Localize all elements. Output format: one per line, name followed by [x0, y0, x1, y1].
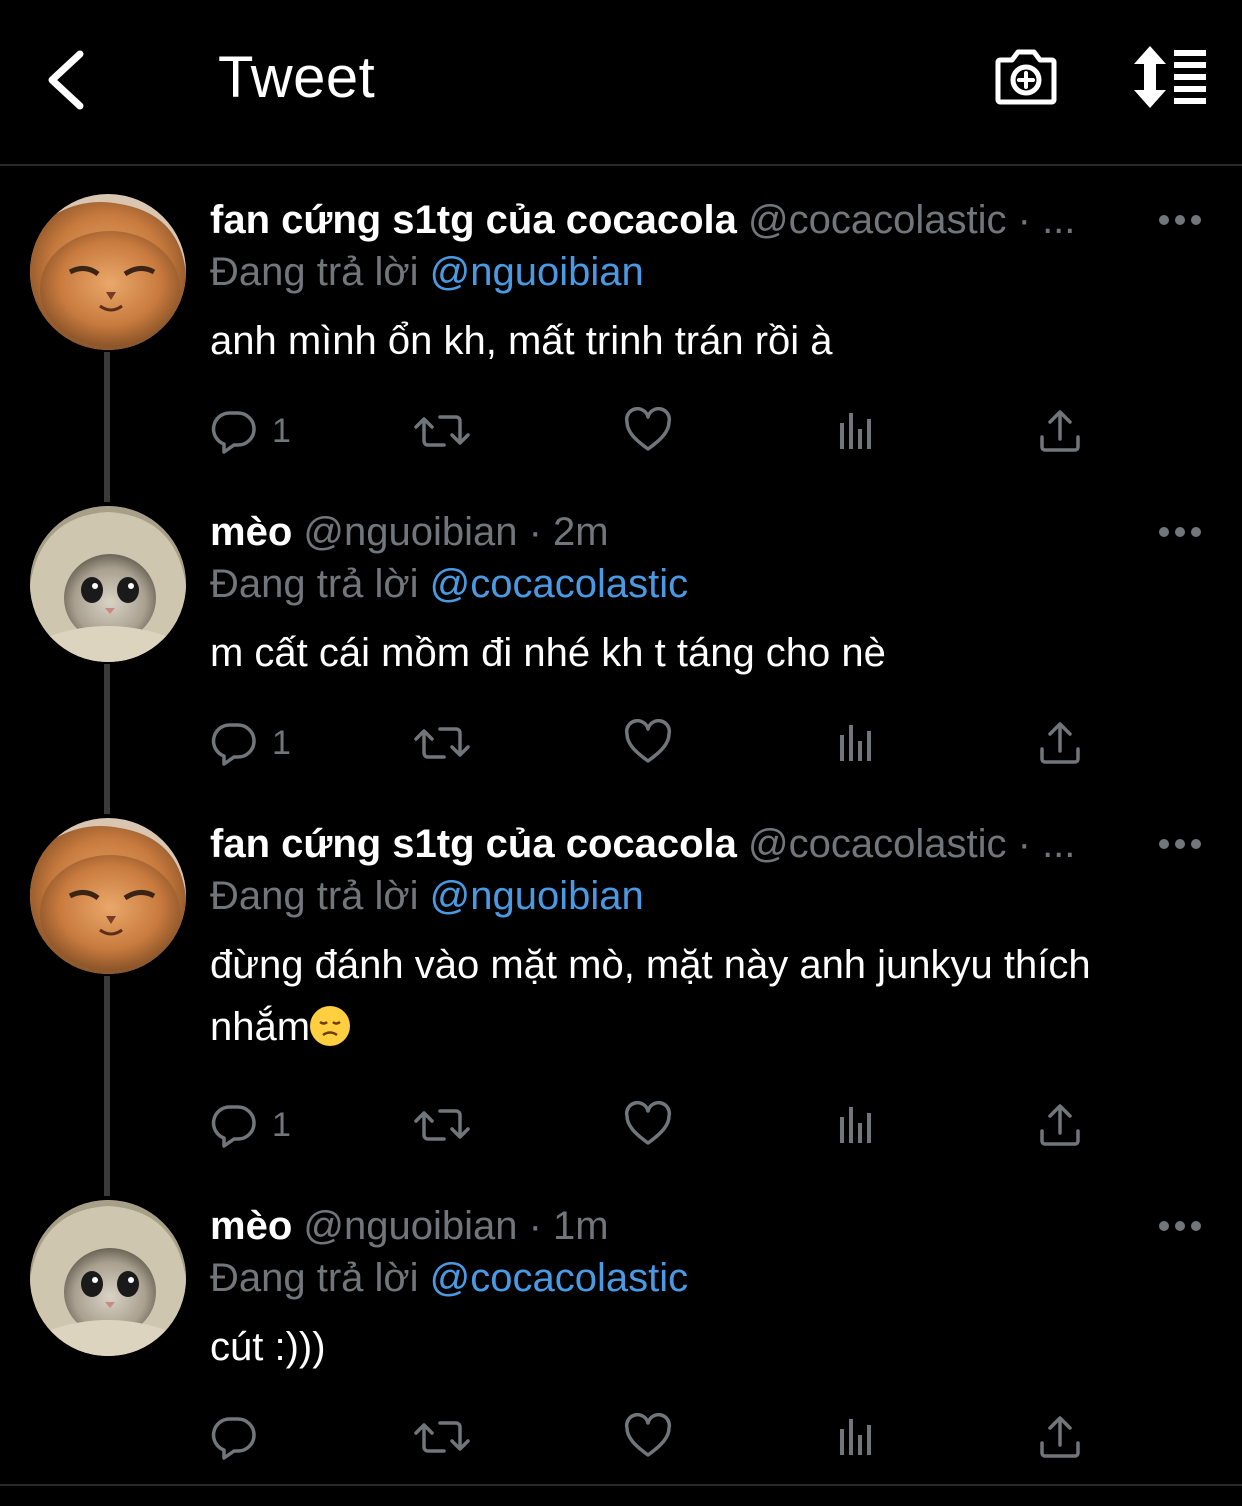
retweet-button[interactable] [414, 718, 470, 768]
more-icon[interactable] [1158, 526, 1202, 538]
heart-icon [624, 407, 672, 455]
reply-button[interactable]: 1 [210, 1100, 291, 1150]
tweet-actions: 1 [210, 406, 1110, 456]
analytics-button[interactable] [832, 1412, 880, 1462]
mention-link[interactable]: @cocacolastic [430, 562, 688, 606]
analytics-button[interactable] [832, 1100, 880, 1150]
tweet-header: fan cứng s1tg của cocacola @cocacolastic… [210, 198, 1140, 243]
retweet-icon [414, 1101, 470, 1149]
share-icon [1036, 1413, 1084, 1461]
tweet-text: đừng đánh vào mặt mò, mặt này anh junkyu… [210, 934, 1210, 1058]
analytics-button[interactable] [832, 406, 880, 456]
reply-prefix: Đang trả lời [210, 250, 419, 294]
avatar[interactable] [30, 506, 186, 662]
tweet-text: cút :))) [210, 1325, 326, 1369]
tweet-actions [210, 1412, 1110, 1462]
reply-prefix: Đang trả lời [210, 562, 419, 606]
reply-count: 1 [272, 1105, 291, 1144]
tweet-header: mèo @nguoibian · 2m [210, 510, 1140, 555]
tweet-actions: 1 [210, 718, 1110, 768]
share-button[interactable] [1036, 718, 1084, 768]
reply-context: Đang trả lời @cocacolastic [210, 1256, 688, 1301]
handle: @cocacolastic · ... [748, 822, 1076, 866]
reply-icon [210, 1413, 258, 1461]
tweet-actions: 1 [210, 1100, 1110, 1150]
display-name[interactable]: mèo [210, 510, 292, 554]
page-title: Tweet [218, 45, 376, 110]
avatar[interactable] [30, 194, 186, 350]
tweet-text-line: nhắm [210, 1005, 311, 1049]
share-icon [1036, 1101, 1084, 1149]
more-icon[interactable] [1158, 214, 1202, 226]
reply-icon [210, 1101, 258, 1149]
display-name[interactable]: mèo [210, 1204, 292, 1248]
sort-list-icon[interactable] [1130, 46, 1210, 108]
analytics-icon [832, 1101, 880, 1149]
mention-link[interactable]: @nguoibian [430, 250, 644, 294]
share-button[interactable] [1036, 1100, 1084, 1150]
tweet-text: anh mình ổn kh, mất trinh trán rồi à [210, 319, 833, 363]
handle: @nguoibian · 2m [303, 510, 609, 554]
retweet-button[interactable] [414, 1100, 470, 1150]
display-name[interactable]: fan cứng s1tg của cocacola [210, 198, 737, 242]
more-icon[interactable] [1158, 1220, 1202, 1232]
disappointed-face-emoji [310, 1006, 351, 1046]
mention-link[interactable]: @nguoibian [430, 874, 644, 918]
analytics-button[interactable] [832, 718, 880, 768]
reply-prefix: Đang trả lời [210, 874, 419, 918]
reply-context: Đang trả lời @nguoibian [210, 250, 644, 295]
analytics-icon [832, 1413, 880, 1461]
analytics-icon [832, 719, 880, 767]
avatar[interactable] [30, 818, 186, 974]
like-button[interactable] [624, 1100, 672, 1150]
thread-line [104, 976, 110, 1196]
share-button[interactable] [1036, 406, 1084, 456]
handle: @cocacolastic · ... [748, 198, 1076, 242]
top-bar: Tweet [0, 0, 1242, 166]
retweet-icon [414, 1413, 470, 1461]
like-button[interactable] [624, 718, 672, 768]
reply-button[interactable] [210, 1412, 258, 1462]
analytics-icon [832, 407, 880, 455]
retweet-icon [414, 407, 470, 455]
reply-prefix: Đang trả lời [210, 1256, 419, 1300]
divider [0, 1484, 1242, 1486]
avatar[interactable] [30, 1200, 186, 1356]
tweet-header: fan cứng s1tg của cocacola @cocacolastic… [210, 822, 1140, 867]
display-name[interactable]: fan cứng s1tg của cocacola [210, 822, 737, 866]
reply-icon [210, 407, 258, 455]
reply-button[interactable]: 1 [210, 406, 291, 456]
reply-count: 1 [272, 723, 291, 762]
camera-add-icon[interactable] [994, 44, 1058, 108]
handle: @nguoibian · 1m [303, 1204, 609, 1248]
reply-button[interactable]: 1 [210, 718, 291, 768]
share-icon [1036, 719, 1084, 767]
heart-icon [624, 719, 672, 767]
like-button[interactable] [624, 1412, 672, 1462]
reply-context: Đang trả lời @nguoibian [210, 874, 644, 919]
mention-link[interactable]: @cocacolastic [430, 1256, 688, 1300]
tweet-text: m cất cái mồm đi nhé kh t táng cho nè [210, 631, 886, 675]
thread-line [104, 352, 110, 502]
share-icon [1036, 407, 1084, 455]
tweet-text-line: đừng đánh vào mặt mò, mặt này anh junkyu… [210, 943, 1091, 987]
heart-icon [624, 1413, 672, 1461]
retweet-icon [414, 719, 470, 767]
retweet-button[interactable] [414, 1412, 470, 1462]
retweet-button[interactable] [414, 406, 470, 456]
heart-icon [624, 1101, 672, 1149]
reply-icon [210, 719, 258, 767]
like-button[interactable] [624, 406, 672, 456]
reply-context: Đang trả lời @cocacolastic [210, 562, 688, 607]
reply-count: 1 [272, 411, 291, 450]
chevron-left-icon[interactable] [40, 46, 100, 114]
tweet-header: mèo @nguoibian · 1m [210, 1204, 1140, 1249]
more-icon[interactable] [1158, 838, 1202, 850]
share-button[interactable] [1036, 1412, 1084, 1462]
thread-line [104, 664, 110, 814]
